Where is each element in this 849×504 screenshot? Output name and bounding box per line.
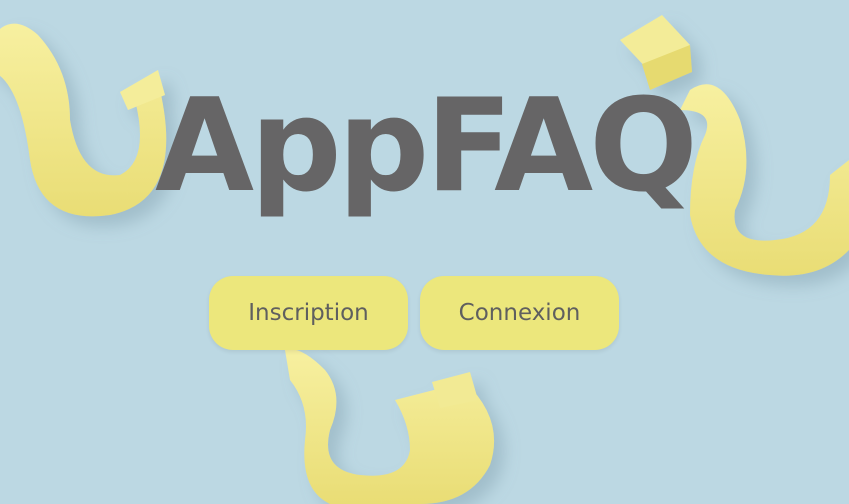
login-button[interactable]: Connexion <box>420 276 619 350</box>
page-title: AppFAQ <box>155 72 698 221</box>
question-mark-bottom-icon <box>285 349 495 504</box>
signup-button[interactable]: Inscription <box>209 276 408 350</box>
